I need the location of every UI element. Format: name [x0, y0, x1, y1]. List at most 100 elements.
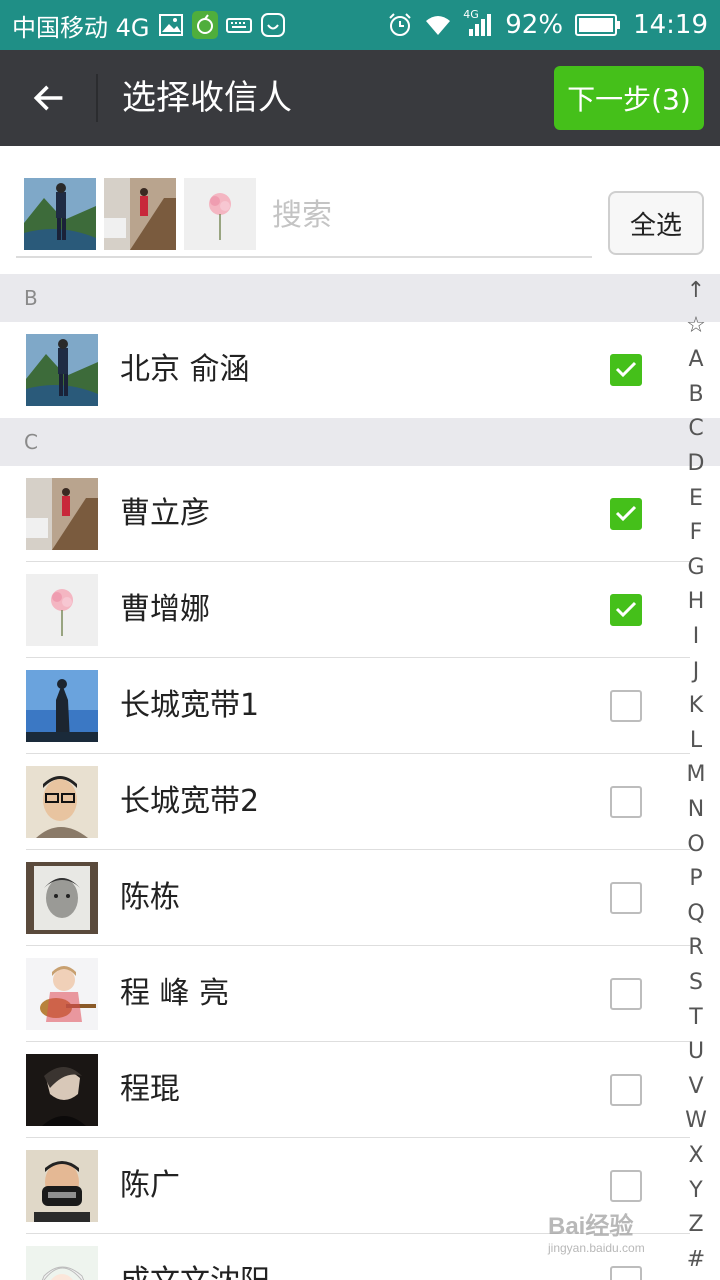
clock: 14:19 — [633, 10, 708, 40]
checkmark-icon — [615, 361, 637, 378]
index-letter[interactable]: C — [676, 414, 716, 444]
carrier-label: 中国移动 4G — [12, 13, 150, 42]
index-letter[interactable]: Y — [676, 1176, 716, 1206]
section-header-b: B — [0, 274, 720, 322]
checkmark-icon — [615, 505, 637, 522]
battery-percent: 92% — [505, 10, 564, 40]
index-letter[interactable]: R — [676, 933, 716, 963]
index-letter[interactable]: ↑ — [676, 276, 716, 306]
contact-row[interactable]: 陈栋 — [0, 850, 720, 946]
selected-recipients-bar: 搜索 全选 — [0, 146, 720, 274]
contact-row[interactable]: 曹立彦 — [0, 466, 720, 562]
contact-checkbox[interactable] — [610, 498, 642, 530]
index-letter[interactable]: S — [676, 968, 716, 998]
contact-checkbox[interactable] — [610, 1266, 642, 1280]
contact-name: 长城宽带2 — [120, 784, 260, 819]
contact-checkbox[interactable] — [610, 690, 642, 722]
index-letter[interactable]: H — [676, 587, 716, 617]
baidu-jingyan-watermark: Bai经验 jingyan.baidu.com — [548, 1206, 708, 1255]
selected-avatar-cao-liyan[interactable] — [104, 178, 176, 250]
index-letter[interactable]: O — [676, 830, 716, 860]
index-letter[interactable]: Q — [676, 899, 716, 929]
index-letter[interactable]: A — [676, 345, 716, 375]
index-letter[interactable]: ☆ — [676, 311, 716, 341]
contact-checkbox[interactable] — [610, 594, 642, 626]
avatar — [26, 478, 98, 550]
avatar — [26, 1150, 98, 1222]
index-letter[interactable]: T — [676, 1003, 716, 1033]
gallery-icon — [158, 12, 184, 38]
index-letter[interactable]: I — [676, 622, 716, 652]
contact-row[interactable]: 曹增娜 — [0, 562, 720, 658]
back-button[interactable] — [20, 72, 76, 124]
contact-name: 陈广 — [120, 1168, 180, 1203]
index-letter[interactable]: D — [676, 449, 716, 479]
selected-avatar-cao-zengna[interactable] — [184, 178, 256, 250]
huawei-app-icon — [260, 12, 286, 38]
keyboard-icon — [225, 12, 252, 38]
index-letter[interactable]: V — [676, 1072, 716, 1102]
signal-icon: 4G — [463, 8, 493, 38]
avatar — [26, 670, 98, 742]
status-bar: 中国移动 4G 4G 92% 14:19 — [0, 0, 720, 50]
index-letter[interactable]: U — [676, 1037, 716, 1067]
avatar — [26, 1054, 98, 1126]
index-letter[interactable]: J — [676, 657, 716, 687]
contact-row[interactable]: 程 峰 亮 — [0, 946, 720, 1042]
avatar — [26, 958, 98, 1030]
select-all-button[interactable]: 全选 — [608, 191, 704, 255]
network-type-label: 4G — [463, 8, 479, 21]
contact-name: 成文文沈阳 — [120, 1262, 270, 1280]
alarm-icon — [387, 12, 413, 38]
back-arrow-icon — [33, 85, 63, 111]
contact-name: 北京 俞涵 — [120, 352, 250, 387]
index-letter[interactable]: E — [676, 484, 716, 514]
avatar — [26, 766, 98, 838]
index-letter[interactable]: B — [676, 380, 716, 410]
search-underline — [16, 256, 592, 258]
page-title: 选择收信人 — [122, 78, 292, 118]
contact-name: 陈栋 — [120, 880, 180, 915]
contact-name: 长城宽带1 — [120, 688, 260, 723]
avatar — [26, 334, 98, 406]
next-step-button[interactable]: 下一步(3) — [554, 66, 704, 130]
search-input[interactable]: 搜索 — [272, 196, 332, 236]
contact-row[interactable]: 长城宽带2 — [0, 754, 720, 850]
contact-checkbox[interactable] — [610, 1074, 642, 1106]
title-bar: 选择收信人 下一步(3) — [0, 50, 720, 146]
contact-row[interactable]: 北京 俞涵 — [0, 322, 720, 418]
watermark-main-text: Bai经验 — [548, 1213, 634, 1240]
index-letter[interactable]: K — [676, 691, 716, 721]
index-letter[interactable]: W — [676, 1106, 716, 1136]
index-letter[interactable]: F — [676, 518, 716, 548]
contact-name: 程琨 — [120, 1072, 180, 1107]
contact-checkbox[interactable] — [610, 882, 642, 914]
contact-checkbox[interactable] — [610, 786, 642, 818]
watermark-sub-text: jingyan.baidu.com — [548, 1241, 645, 1255]
index-letter[interactable]: L — [676, 726, 716, 756]
wifi-icon — [425, 12, 451, 38]
index-letter[interactable]: P — [676, 864, 716, 894]
contact-name: 曹立彦 — [120, 496, 210, 531]
app-notification-icon — [191, 11, 218, 39]
title-divider — [96, 74, 98, 122]
contact-name: 程 峰 亮 — [120, 976, 230, 1011]
battery-icon — [575, 12, 621, 38]
contact-checkbox[interactable] — [610, 1170, 642, 1202]
alphabet-index-bar[interactable]: ↑ ☆ A B C D E F G H I J K L M N O P Q R S T U V W X Y Z # — [676, 270, 716, 1280]
contact-checkbox[interactable] — [610, 354, 642, 386]
index-letter[interactable]: G — [676, 553, 716, 583]
index-letter[interactable]: N — [676, 795, 716, 825]
contact-row[interactable]: 程琨 — [0, 1042, 720, 1138]
index-letter[interactable]: M — [676, 760, 716, 790]
avatar — [26, 1246, 98, 1280]
section-header-c: C — [0, 418, 720, 466]
selected-avatar-beijing-yuhan[interactable] — [24, 178, 96, 250]
index-letter[interactable]: X — [676, 1141, 716, 1171]
contact-row[interactable]: 长城宽带1 — [0, 658, 720, 754]
avatar — [26, 574, 98, 646]
contact-name: 曹增娜 — [120, 592, 210, 627]
avatar — [26, 862, 98, 934]
contact-checkbox[interactable] — [610, 978, 642, 1010]
checkmark-icon — [615, 601, 637, 618]
